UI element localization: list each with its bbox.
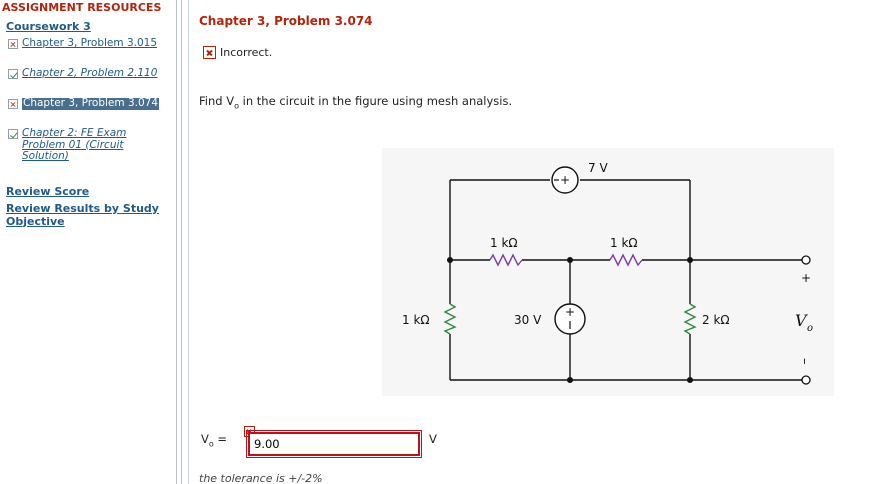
review-results-link[interactable]: Review Results by Study Objective — [6, 202, 166, 228]
vo-sub: o — [807, 323, 813, 334]
incorrect-icon — [203, 46, 216, 59]
vo-minus: – — [797, 358, 812, 365]
check-icon — [8, 69, 18, 79]
sidebar-item-chapter3-3015[interactable]: Chapter 3, Problem 3.015 — [8, 37, 166, 50]
coursework-link[interactable]: Coursework 3 — [6, 20, 91, 33]
answer-row: Vo = V — [201, 424, 501, 464]
sidebar: ASSIGNMENT RESOURCES Coursework 3 Chapte… — [0, 0, 170, 484]
label-7v: 7 V — [588, 161, 608, 175]
assignment-resources-heading: ASSIGNMENT RESOURCES — [2, 1, 162, 14]
result-text: Incorrect. — [220, 46, 273, 59]
answer-equals: = — [213, 432, 228, 446]
sidebar-item-label[interactable]: Chapter 2: FE Exam Problem 01 (Circuit S… — [22, 127, 166, 163]
problem-panel: Chapter 3, Problem 3.074 Incorrect. Find… — [188, 0, 871, 484]
label-r-top-right: 1 kΩ — [610, 236, 638, 250]
incorrect-icon — [8, 99, 18, 109]
answer-unit: V — [429, 432, 437, 446]
vo-plus: + — [801, 271, 811, 285]
check-icon — [8, 129, 18, 139]
label-r-right: 2 kΩ — [702, 313, 730, 327]
answer-label-v: V — [201, 432, 209, 446]
sidebar-item-label[interactable]: Chapter 3, Problem 3.074 — [22, 97, 159, 110]
answer-input[interactable] — [246, 430, 422, 458]
sidebar-divider — [181, 0, 182, 484]
output-terminal-bottom — [801, 375, 811, 385]
circuit-figure: + 7 V 1 kΩ 1 kΩ 1 kΩ + 30 V 2 kΩ + – V o — [382, 148, 834, 396]
review-score-link[interactable]: Review Score — [6, 185, 166, 199]
label-30v: 30 V — [514, 313, 542, 327]
sidebar-divider — [176, 0, 177, 484]
sidebar-item-label[interactable]: Chapter 3, Problem 3.015 — [22, 37, 157, 50]
output-terminal-top — [801, 255, 811, 265]
question-prefix: Find V — [199, 94, 235, 108]
label-r-left: 1 kΩ — [402, 313, 430, 327]
result-status: Incorrect. — [203, 46, 272, 59]
question-text: Find Vo in the circuit in the figure usi… — [199, 94, 512, 110]
circuit-diagram: + 7 V 1 kΩ 1 kΩ 1 kΩ + 30 V 2 kΩ + – V o — [382, 148, 834, 396]
label-r-top-left: 1 kΩ — [490, 236, 518, 250]
answer-label: Vo = — [201, 432, 227, 448]
question-suffix: in the circuit in the figure using mesh … — [239, 94, 513, 108]
sidebar-item-chapter3-3074[interactable]: Chapter 3, Problem 3.074 — [8, 97, 166, 110]
problem-title: Chapter 3, Problem 3.074 — [199, 14, 373, 28]
incorrect-icon — [8, 39, 18, 49]
sidebar-item-label[interactable]: Chapter 2, Problem 2.110 — [22, 67, 157, 80]
tolerance-text: the tolerance is +/-2% — [199, 472, 323, 484]
sidebar-item-chapter2-2110[interactable]: Chapter 2, Problem 2.110 — [8, 67, 166, 80]
sidebar-item-fe-exam-problem01[interactable]: Chapter 2: FE Exam Problem 01 (Circuit S… — [8, 127, 166, 163]
source-plus: + — [565, 305, 575, 319]
source-plus: + — [560, 173, 570, 187]
